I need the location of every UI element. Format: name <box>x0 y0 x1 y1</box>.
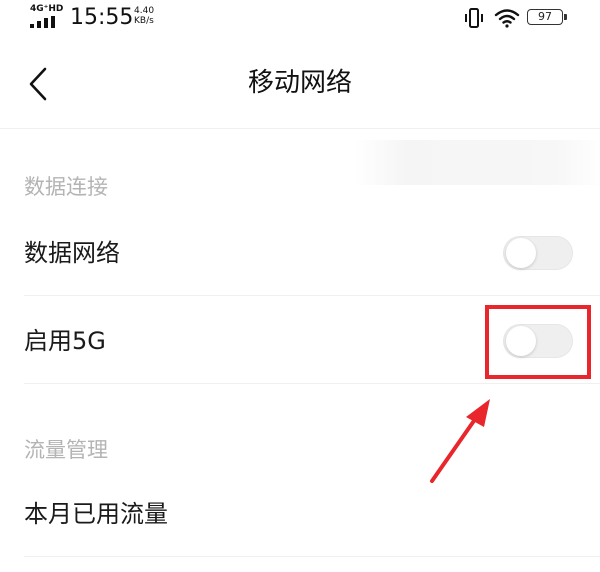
row-data-network: 数据网络 <box>24 210 600 296</box>
wifi-icon <box>494 9 520 28</box>
page-title: 移动网络 <box>247 68 352 98</box>
section-header-traffic-management: 流量管理 <box>24 438 108 462</box>
row-label-data-network: 数据网络 <box>24 239 120 267</box>
row-label-monthly-usage: 本月已用流量 <box>24 500 168 528</box>
signal-icon <box>30 16 55 28</box>
background-smudge <box>355 140 600 185</box>
battery-level: 97 <box>527 9 563 25</box>
row-divider <box>24 383 600 384</box>
mobile-network-settings-page: 4G⁺HD 15:55 4.40 KB/s 97 移动网络 数据连接 数据网络 … <box>0 0 600 572</box>
status-time: 15:55 <box>70 5 134 30</box>
signal-indicator: 4G⁺HD <box>30 4 64 30</box>
row-label-enable-5g: 启用5G <box>24 327 106 355</box>
battery-cap <box>564 14 567 20</box>
vibrate-icon <box>465 8 483 28</box>
nav-header: 移动网络 <box>0 40 600 129</box>
annotation-arrow-icon <box>430 399 490 483</box>
toggle-knob <box>506 238 536 268</box>
annotation-highlight-box <box>485 305 591 379</box>
status-bar: 4G⁺HD 15:55 4.40 KB/s 97 <box>0 0 600 40</box>
row-divider <box>24 556 600 557</box>
network-speed-value: 4.40 <box>134 6 155 16</box>
row-monthly-usage[interactable]: 本月已用流量 <box>24 471 600 557</box>
data-network-toggle[interactable] <box>503 236 573 270</box>
network-speed-unit: KB/s <box>134 16 154 26</box>
network-speed: 4.40 KB/s <box>134 6 164 26</box>
battery-icon: 97 <box>527 9 569 27</box>
section-header-data-connection: 数据连接 <box>24 175 108 199</box>
row-divider <box>24 295 600 296</box>
network-type-label: 4G⁺HD <box>30 4 64 14</box>
